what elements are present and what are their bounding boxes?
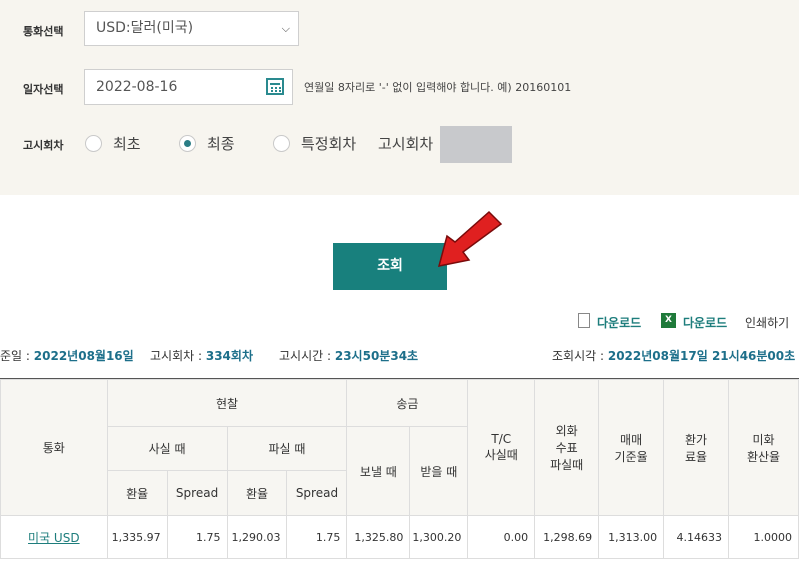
remit-receive-cell: 1,300.20 [409,515,469,559]
round-input[interactable] [440,126,512,163]
cash-sell-spread-cell: 1.75 [286,515,348,559]
header-rate: 환율 [226,470,288,516]
round-label: 고시회차 [23,139,64,152]
document-icon [578,313,590,328]
base-rate-cell: 1,313.00 [598,515,665,559]
round-input-label: 고시회차 [378,135,434,153]
table-row: 미국 USD 1,335.97 1.75 1,290.03 1.75 1,325… [0,515,799,559]
header-tc: T/C 사실때 [467,379,536,516]
time-info: 고시시간 : 23시50분34초 [279,347,418,364]
currency-select[interactable]: USD:달러(미국) ⌵ [84,11,299,46]
radio-final-label: 최종 [207,135,235,153]
radio-first[interactable] [85,135,102,152]
cash-buy-rate-cell: 1,335.97 [106,515,168,559]
header-spread: Spread [166,470,228,516]
date-input[interactable]: 2022-08-16 [84,69,293,105]
currency-label: 통화선택 [23,25,64,38]
currency-link[interactable]: 미국 USD [28,531,80,545]
header-cash: 현찰 [106,379,348,427]
search-button[interactable]: 조회 [333,243,447,290]
calendar-icon[interactable] [266,78,284,95]
cash-buy-spread-cell: 1.75 [166,515,228,559]
round-info-label: 고시회차 : [150,349,203,363]
tc-cell: 0.00 [467,515,536,559]
remit-send-cell: 1,325.80 [346,515,411,559]
exchange-rate-table: 통화 현찰 송금 T/C 사실때 외화 수표 파실때 매매 기준율 환가 료율 … [0,379,799,559]
usd-rate-cell: 1.0000 [728,515,799,559]
excel-icon: X [661,313,676,328]
red-arrow-icon [437,210,503,267]
round-info-value: 334회차 [205,349,253,363]
query-time-label: 조회시각 : [552,349,605,363]
currency-cell: 미국 USD [0,515,108,559]
header-remit-receive: 받을 때 [409,426,469,516]
date-input-value: 2022-08-16 [96,79,178,95]
check-cell: 1,298.69 [534,515,600,559]
header-spread: Spread [286,470,348,516]
chevron-down-icon: ⌵ [281,22,290,35]
round-info: 고시회차 : 334회차 [150,347,253,364]
radio-specific[interactable] [273,135,290,152]
download-button[interactable]: 다운로드 [597,314,641,331]
excel-download-button[interactable]: 다운로드 [683,314,727,331]
header-currency: 통화 [0,379,108,516]
print-button[interactable]: 인쇄하기 [745,314,789,331]
header-rate: 환율 [106,470,168,516]
header-remit: 송금 [346,379,469,427]
header-conversion-rate: 환가 료율 [663,379,730,516]
currency-select-value: USD:달러(미국) [96,20,194,36]
header-cash-sell: 파실 때 [226,426,348,471]
header-base-rate: 매매 기준율 [598,379,665,516]
base-date-info: 준일 : 2022년08월16일 [0,347,134,364]
radio-specific-label: 특정회차 [301,135,357,153]
base-date-label: 준일 : [0,349,30,363]
base-date-value: 2022년08월16일 [33,349,134,363]
date-hint: 연월일 8자리로 '-' 없이 입력해야 합니다. 예) 20160101 [304,81,572,94]
time-info-value: 23시50분34초 [334,349,419,363]
cash-sell-rate-cell: 1,290.03 [226,515,288,559]
query-time-value: 2022년08월17일 21시46분00초 [607,349,796,363]
header-remit-send: 보낼 때 [346,426,411,516]
header-check: 외화 수표 파실때 [534,379,600,516]
radio-first-label: 최초 [113,135,141,153]
date-label: 일자선택 [23,83,64,96]
header-cash-buy: 사실 때 [106,426,228,471]
time-info-label: 고시시간 : [279,349,332,363]
conversion-rate-cell: 4.14633 [663,515,730,559]
radio-final[interactable] [179,135,196,152]
header-usd-rate: 미화 환산율 [728,379,799,516]
query-time-info: 조회시각 : 2022년08월17일 21시46분00초 [552,347,795,364]
